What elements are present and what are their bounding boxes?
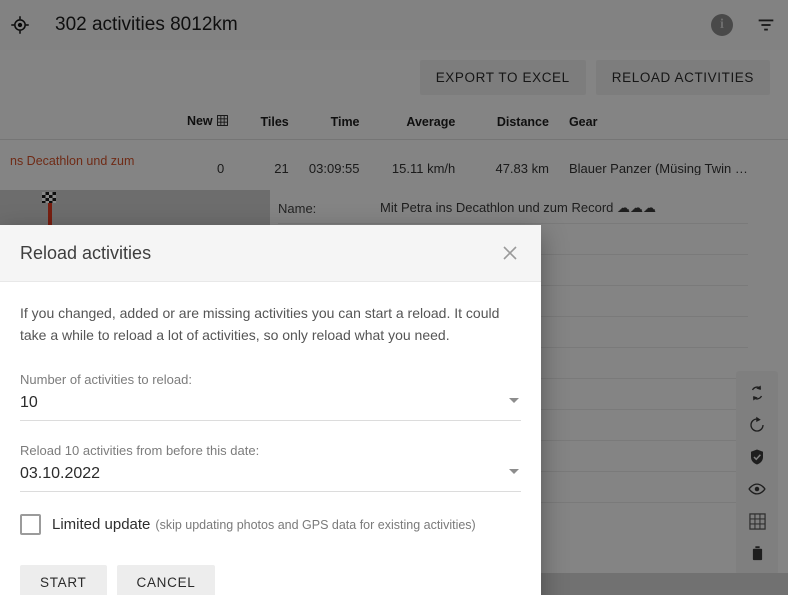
chevron-down-icon — [509, 398, 519, 403]
chevron-down-icon — [509, 469, 519, 474]
dialog-description: If you changed, added or are missing act… — [20, 305, 500, 343]
activity-count-select[interactable]: 10 — [20, 394, 521, 421]
limited-update-label: Limited update — [52, 516, 151, 533]
limited-update-checkbox-row[interactable]: Limited update (skip updating photos and… — [20, 514, 521, 535]
close-icon[interactable] — [497, 240, 523, 266]
reload-date-label: Reload 10 activities from before this da… — [20, 443, 260, 458]
dialog-title: Reload activities — [20, 242, 152, 263]
reload-date-value: 03.10.2022 — [20, 465, 101, 482]
activity-count-value: 10 — [20, 394, 38, 411]
reload-activities-dialog: Reload activities If you changed, added … — [0, 225, 541, 595]
limited-update-hint: (skip updating photos and GPS data for e… — [155, 517, 476, 532]
reload-date-field: Reload 10 activities from before this da… — [20, 443, 521, 492]
activity-count-label: Number of activities to reload: — [20, 372, 192, 387]
dialog-body: If you changed, added or are missing act… — [0, 282, 541, 565]
activity-count-field: Number of activities to reload: 10 — [20, 372, 521, 421]
dialog-header: Reload activities — [0, 225, 541, 282]
dialog-actions: START CANCEL — [0, 565, 541, 595]
reload-date-select[interactable]: 03.10.2022 — [20, 465, 521, 492]
limited-update-checkbox[interactable] — [20, 514, 41, 535]
start-button[interactable]: START — [20, 565, 107, 595]
cancel-button[interactable]: CANCEL — [116, 565, 216, 595]
app-root: 302 activities 8012km i EXPORT TO EXCEL … — [0, 0, 788, 595]
